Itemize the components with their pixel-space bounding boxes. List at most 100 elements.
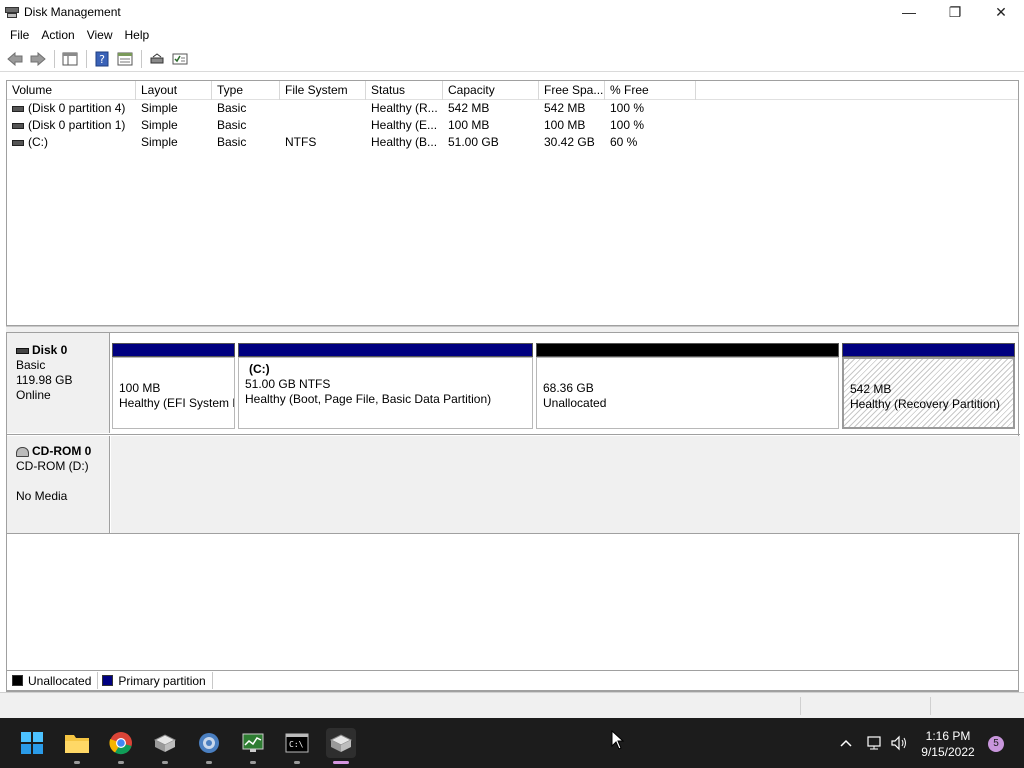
volume-icon <box>12 122 24 129</box>
column-header-percent-free[interactable]: % Free <box>605 81 696 100</box>
column-header-file-system[interactable]: File System <box>280 81 366 100</box>
partition-title: (C:) <box>249 362 270 376</box>
volume-file-system <box>280 100 366 117</box>
disk-0-size: 119.98 GB <box>16 373 73 387</box>
monitor-chart-icon <box>242 733 264 752</box>
legend-bar: Unallocated Primary partition <box>6 670 1019 691</box>
menu-view[interactable]: View <box>81 28 119 42</box>
partition-title <box>543 366 838 381</box>
legend-primary-partition: Primary partition <box>102 674 206 688</box>
taskbar-disk-management[interactable] <box>326 728 356 764</box>
toolbar-separator <box>54 49 55 68</box>
tray-volume[interactable] <box>890 718 910 768</box>
terminal-icon: C:\ <box>285 733 309 753</box>
row-divider <box>7 533 1020 534</box>
minimize-button[interactable]: — <box>886 0 932 24</box>
volume-type: Basic <box>217 101 247 115</box>
cdrom-0-media-area[interactable] <box>111 436 1020 533</box>
partition-status: Healthy (EFI System P <box>119 396 235 410</box>
partition-recovery[interactable]: 542 MB Healthy (Recovery Partition) <box>842 343 1015 429</box>
console-tree-icon[interactable] <box>59 48 81 70</box>
taskbar-settings[interactable] <box>194 728 224 764</box>
disk-0-state: Online <box>16 388 51 402</box>
network-icon <box>867 736 881 750</box>
volume-name: (Disk 0 partition 1) <box>28 118 126 132</box>
column-header-free-space[interactable]: Free Spa... <box>539 81 605 100</box>
volume-file-system: NTFS <box>285 135 317 149</box>
status-bar <box>0 692 1024 718</box>
svg-text:?: ? <box>99 53 105 66</box>
volume-layout: Simple <box>141 101 178 115</box>
title-bar: Disk Management — ❐ ✕ <box>0 0 1024 24</box>
rescan-disks-icon[interactable] <box>146 48 168 70</box>
menu-action[interactable]: Action <box>35 28 80 42</box>
svg-text:C:\: C:\ <box>289 740 304 749</box>
legend-swatch <box>102 675 114 686</box>
volume-type: Basic <box>217 118 247 132</box>
restore-button[interactable]: ❐ <box>932 0 978 24</box>
volume-type: Basic <box>217 135 247 149</box>
table-row[interactable]: (Disk 0 partition 1) Simple Basic Health… <box>7 117 1018 134</box>
cdrom-0-name: CD-ROM 0 <box>32 444 92 458</box>
forward-arrow-icon[interactable] <box>27 48 49 70</box>
partition-title <box>850 367 1013 382</box>
column-header-layout[interactable]: Layout <box>136 81 212 100</box>
volume-percent-free: 60 % <box>610 135 638 149</box>
status-segment <box>800 697 930 715</box>
help-icon[interactable]: ? <box>91 48 113 70</box>
column-header-type[interactable]: Type <box>212 81 280 100</box>
disk-list-icon[interactable] <box>169 48 191 70</box>
disk-0-label[interactable]: Disk 0 Basic 119.98 GB Online <box>7 333 110 433</box>
cdrom-0-drive: CD-ROM (D:) <box>16 459 89 473</box>
properties-icon[interactable] <box>114 48 136 70</box>
volume-capacity: 100 MB <box>448 118 490 132</box>
menu-file[interactable]: File <box>4 28 35 42</box>
table-row[interactable]: (Disk 0 partition 4) Simple Basic Health… <box>7 100 1018 117</box>
volume-list[interactable]: Volume Layout Type File System Status Ca… <box>6 80 1019 326</box>
partition-size: 51.00 GB NTFS <box>245 377 331 391</box>
disk-0-row: Disk 0 Basic 119.98 GB Online 100 MB Hea… <box>7 333 1020 433</box>
taskbar-clock[interactable]: 1:16 PM 9/15/2022 <box>918 728 978 760</box>
legend-swatch <box>12 675 23 686</box>
disk-map-pane: Disk 0 Basic 119.98 GB Online 100 MB Hea… <box>6 332 1020 692</box>
toolbar-separator <box>141 49 142 68</box>
toolbar: ? <box>0 46 1024 72</box>
partition-unallocated[interactable]: 68.36 GB Unallocated <box>536 343 839 429</box>
close-button[interactable]: ✕ <box>978 0 1024 24</box>
chevron-up-icon <box>840 739 852 747</box>
column-header-capacity[interactable]: Capacity <box>443 81 539 100</box>
menu-bar: File Action View Help <box>0 24 1024 46</box>
taskbar-file-explorer[interactable] <box>62 728 92 764</box>
start-button[interactable] <box>17 728 47 758</box>
back-arrow-icon[interactable] <box>4 48 26 70</box>
table-row[interactable]: (C:) Simple Basic NTFS Healthy (B... 51.… <box>7 134 1018 151</box>
partition-c-drive[interactable]: (C:) 51.00 GB NTFS Healthy (Boot, Page F… <box>238 343 533 429</box>
column-header-status[interactable]: Status <box>366 81 443 100</box>
volume-name: (C:) <box>28 135 48 149</box>
tray-network[interactable] <box>866 718 884 768</box>
volume-name: (Disk 0 partition 4) <box>28 101 126 115</box>
tray-overflow-chevron[interactable] <box>838 718 854 768</box>
volume-capacity: 51.00 GB <box>448 135 499 149</box>
partition-status: Unallocated <box>543 396 607 410</box>
cd-rom-icon <box>16 446 29 457</box>
volume-status: Healthy (E... <box>371 118 438 132</box>
taskbar-computer-management[interactable] <box>150 728 180 764</box>
volume-free-space: 100 MB <box>544 118 586 132</box>
partition-efi[interactable]: 100 MB Healthy (EFI System P <box>112 343 235 429</box>
gear-icon <box>199 733 219 753</box>
partition-bar <box>112 343 235 357</box>
cdrom-0-label[interactable]: CD-ROM 0 CD-ROM (D:) No Media <box>7 436 110 533</box>
hard-disk-icon <box>16 347 29 354</box>
volume-layout: Simple <box>141 135 178 149</box>
taskbar-command-prompt[interactable]: C:\ <box>282 728 312 764</box>
column-header-volume[interactable]: Volume <box>7 81 136 100</box>
notification-badge[interactable]: 5 <box>988 736 1004 752</box>
taskbar-chrome[interactable] <box>106 728 136 764</box>
partition-bar <box>536 343 839 357</box>
menu-help[interactable]: Help <box>119 28 156 42</box>
disk-management-icon <box>329 734 353 752</box>
taskbar-task-manager[interactable] <box>238 728 268 764</box>
partition-size: 68.36 GB <box>543 381 594 395</box>
clock-date: 9/15/2022 <box>921 745 975 759</box>
